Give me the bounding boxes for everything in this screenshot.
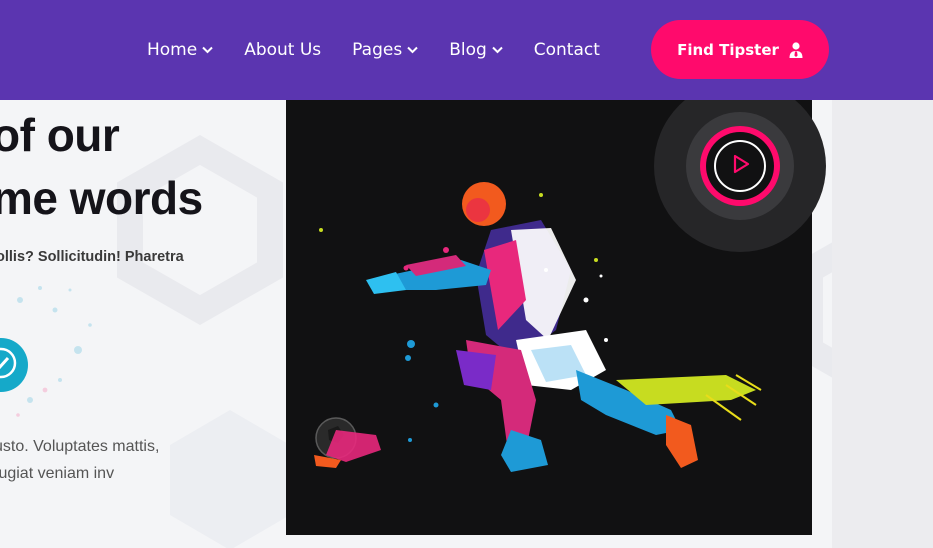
user-tie-icon — [789, 41, 803, 58]
chevron-down-icon — [202, 46, 213, 54]
find-tipster-button[interactable]: Find Tipster — [651, 20, 829, 79]
nav-item-label: Blog — [449, 40, 487, 60]
nav-item-contact[interactable]: Contact — [534, 40, 600, 60]
main-menu: Home About Us Pages Blog Contact — [147, 0, 631, 100]
shield-check-icon — [0, 346, 18, 384]
play-button-inner — [706, 132, 774, 200]
play-icon — [729, 153, 751, 179]
hero-paragraph: usto. Voluptates mattis, fugiat veniam i… — [0, 433, 159, 487]
background-panel — [832, 100, 933, 548]
nav-item-label: About Us — [244, 40, 322, 60]
hero-heading: of our me words — [0, 104, 203, 230]
play-video-button[interactable] — [700, 126, 780, 206]
nav-item-blog[interactable]: Blog — [449, 40, 503, 60]
play-button-ring — [654, 80, 826, 252]
hero-heading-line: me words — [0, 172, 203, 224]
play-button-halo — [686, 112, 794, 220]
nav-item-home[interactable]: Home — [147, 40, 213, 60]
chevron-down-icon — [407, 46, 418, 54]
top-navbar: Home About Us Pages Blog Contact Find Ti… — [0, 0, 933, 100]
play-button-core — [714, 140, 766, 192]
hero-heading-line: of our — [0, 109, 120, 161]
nav-item-label: Contact — [533, 40, 600, 60]
chevron-down-icon — [492, 46, 503, 54]
nav-item-label: Pages — [352, 40, 403, 60]
nav-item-pages[interactable]: Pages — [352, 40, 418, 60]
nav-item-about-us[interactable]: About Us — [244, 40, 321, 60]
find-tipster-label: Find Tipster — [677, 40, 779, 59]
nav-item-label: Home — [147, 40, 198, 60]
hero-paragraph-line: usto. Voluptates mattis, — [0, 438, 160, 455]
hero-subtext: ollis? Sollicitudin! Pharetra — [0, 249, 184, 265]
hero-paragraph-line: fugiat veniam inv — [0, 465, 115, 482]
